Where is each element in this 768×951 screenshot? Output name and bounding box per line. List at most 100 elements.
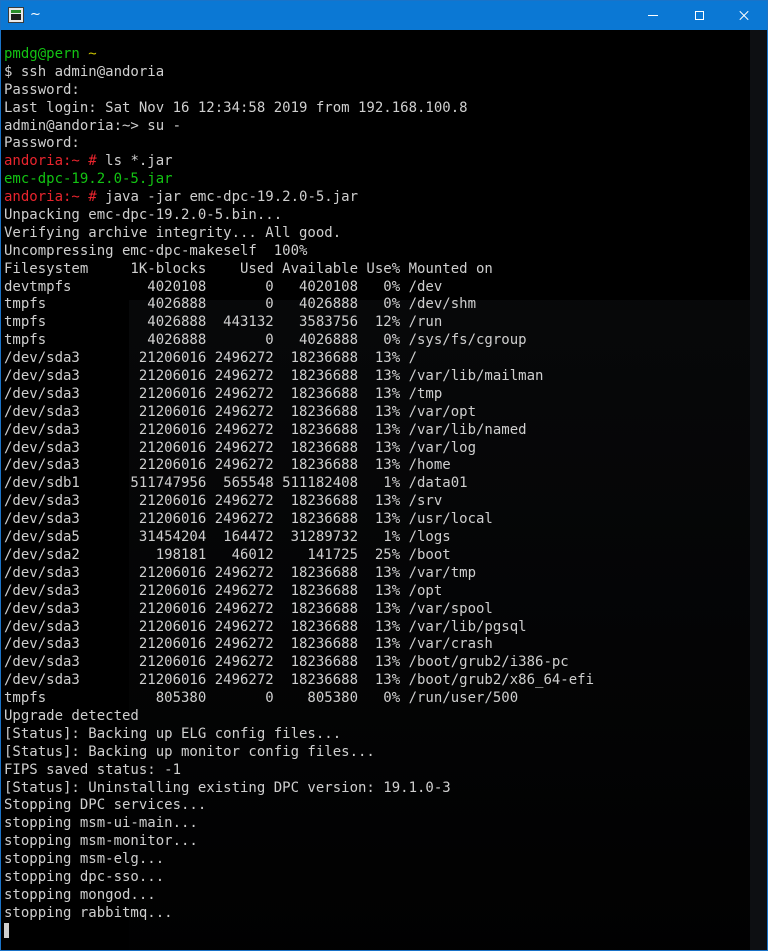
- terminal-lines: pmdg@pern ~ $ ssh admin@andoria Password: L…: [4, 46, 594, 941]
- terminal-text: /dev/sda3 21206016 2496272 18236688 13% …: [4, 493, 443, 510]
- terminal-text: tmpfs 805380 0 805380 0% /run/user/500: [4, 690, 519, 707]
- terminal-line: stopping dpc-sso...: [4, 869, 594, 887]
- terminal-line: stopping mongod...: [4, 887, 594, 905]
- terminal-line: /dev/sda3 21206016 2496272 18236688 13% …: [4, 672, 594, 690]
- terminal-line: /dev/sdb1 511747956 565548 511182408 1% …: [4, 475, 594, 493]
- terminal-line: Verifying archive integrity... All good.: [4, 225, 594, 243]
- terminal-text: Unpacking emc-dpc-19.2.0-5.bin...: [4, 207, 283, 224]
- title-bar[interactable]: ~: [1, 1, 767, 30]
- terminal-line: /dev/sda3 21206016 2496272 18236688 13% …: [4, 511, 594, 529]
- terminal-line: Password:: [4, 135, 594, 153]
- terminal-line: tmpfs 4026888 0 4026888 0% /dev/shm: [4, 296, 594, 314]
- terminal-text: Password:: [4, 135, 80, 152]
- terminal-line: devtmpfs 4020108 0 4020108 0% /dev: [4, 279, 594, 297]
- terminal-text: /dev/sda5 31454204 164472 31289732 1% /l…: [4, 529, 451, 546]
- terminal-line: tmpfs 4026888 443132 3583756 12% /run: [4, 314, 594, 332]
- terminal-text: /dev/sda3 21206016 2496272 18236688 13% …: [4, 457, 451, 474]
- terminal-line: /dev/sda3 21206016 2496272 18236688 13% …: [4, 619, 594, 637]
- terminal-text: Stopping DPC services...: [4, 797, 207, 814]
- terminal-text: /dev/sda3 21206016 2496272 18236688 13% …: [4, 421, 527, 438]
- terminal-line: stopping rabbitmq...: [4, 905, 594, 923]
- cursor-line: [4, 922, 594, 941]
- terminal-line: Filesystem 1K-blocks Used Available Use%…: [4, 261, 594, 279]
- terminal-line: /dev/sda3 21206016 2496272 18236688 13% …: [4, 368, 594, 386]
- terminal-text: java -jar emc-dpc-19.2.0-5.jar: [105, 189, 359, 206]
- terminal-text: stopping msm-monitor...: [4, 833, 198, 850]
- terminal-line: Uncompressing emc-dpc-makeself 100%: [4, 243, 594, 261]
- terminal-line: /dev/sda3 21206016 2496272 18236688 13% …: [4, 422, 594, 440]
- minimize-button[interactable]: [630, 1, 676, 30]
- terminal-line: /dev/sda5 31454204 164472 31289732 1% /l…: [4, 529, 594, 547]
- terminal-line: pmdg@pern ~: [4, 46, 594, 64]
- close-button[interactable]: [721, 1, 767, 30]
- terminal-text: devtmpfs 4020108 0 4020108 0% /dev: [4, 278, 443, 295]
- terminal-text: tmpfs 4026888 443132 3583756 12% /run: [4, 314, 443, 331]
- maximize-button[interactable]: [676, 1, 722, 30]
- terminal-text: /dev/sda2 198181 46012 141725 25% /boot: [4, 546, 451, 563]
- terminal-text: ~: [88, 46, 97, 62]
- terminal-text: stopping msm-elg...: [4, 851, 165, 868]
- terminal-text: stopping dpc-sso...: [4, 868, 165, 885]
- terminal-text: stopping mongod...: [4, 886, 156, 903]
- terminal-line: Upgrade detected: [4, 708, 594, 726]
- terminal-line: /dev/sda3 21206016 2496272 18236688 13% …: [4, 493, 594, 511]
- terminal-line: /dev/sda3 21206016 2496272 18236688 13% …: [4, 457, 594, 475]
- terminal-text: /dev/sdb1 511747956 565548 511182408 1% …: [4, 475, 468, 492]
- terminal-text: [Status]: Backing up monitor config file…: [4, 743, 375, 760]
- terminal-text: /dev/sda3 21206016 2496272 18236688 13% …: [4, 654, 569, 671]
- terminal-line: admin@andoria:~> su -: [4, 118, 594, 136]
- terminal-line: stopping msm-monitor...: [4, 833, 594, 851]
- terminal-line: /dev/sda3 21206016 2496272 18236688 13% …: [4, 654, 594, 672]
- terminal-line: /dev/sda3 21206016 2496272 18236688 13% …: [4, 386, 594, 404]
- terminal-scrollbar[interactable]: [750, 30, 767, 950]
- terminal-text: Filesystem 1K-blocks Used Available Use%…: [4, 260, 493, 277]
- window-title: ~: [30, 7, 41, 22]
- terminal-text: Password:: [4, 81, 80, 98]
- terminal-line: [Status]: Backing up monitor config file…: [4, 744, 594, 762]
- terminal-text: emc-dpc-19.2.0-5.jar: [4, 171, 173, 188]
- terminal-text: $ ssh admin@andoria: [4, 63, 165, 80]
- terminal-line: tmpfs 4026888 0 4026888 0% /sys/fs/cgrou…: [4, 332, 594, 350]
- terminal-line: /dev/sda3 21206016 2496272 18236688 13% …: [4, 440, 594, 458]
- terminal-text: /dev/sda3 21206016 2496272 18236688 13% …: [4, 600, 493, 617]
- terminal-text: /dev/sda3 21206016 2496272 18236688 13% …: [4, 636, 493, 653]
- terminal-line: Stopping DPC services...: [4, 797, 594, 815]
- terminal-text: /dev/sda3 21206016 2496272 18236688 13% …: [4, 672, 595, 689]
- terminal-text: andoria:~ #: [4, 189, 106, 206]
- terminal-line: FIPS saved status: -1: [4, 762, 594, 780]
- terminal-app-icon[interactable]: [8, 7, 24, 23]
- terminal-line: emc-dpc-19.2.0-5.jar: [4, 171, 594, 189]
- terminal-line: /dev/sda3 21206016 2496272 18236688 13% …: [4, 583, 594, 601]
- terminal-line: Last login: Sat Nov 16 12:34:58 2019 fro…: [4, 100, 594, 118]
- terminal-text: [Status]: Uninstalling existing DPC vers…: [4, 779, 451, 796]
- close-icon: [738, 10, 750, 22]
- terminal-line: /dev/sda3 21206016 2496272 18236688 13% …: [4, 404, 594, 422]
- terminal-text: /dev/sda3 21206016 2496272 18236688 13% …: [4, 511, 493, 528]
- terminal-line: [Status]: Uninstalling existing DPC vers…: [4, 780, 594, 798]
- terminal-line: /dev/sda3 21206016 2496272 18236688 13% …: [4, 601, 594, 619]
- terminal-text: Upgrade detected: [4, 707, 139, 724]
- block-cursor: [4, 922, 9, 938]
- terminal-line: stopping msm-ui-main...: [4, 815, 594, 833]
- terminal-text: Last login: Sat Nov 16 12:34:58 2019 fro…: [4, 99, 468, 116]
- terminal-text: FIPS saved status: -1: [4, 761, 182, 778]
- terminal-line: Password:: [4, 82, 594, 100]
- terminal-text: /dev/sda3 21206016 2496272 18236688 13% …: [4, 618, 527, 635]
- terminal-line: $ ssh admin@andoria: [4, 64, 594, 82]
- terminal-text: admin@andoria:~> su -: [4, 117, 182, 134]
- terminal-window: ~ pmdg@pern ~ $ ssh admin@andoria Password…: [0, 0, 768, 951]
- terminal-line: /dev/sda3 21206016 2496272 18236688 13% …: [4, 350, 594, 368]
- terminal-text: tmpfs 4026888 0 4026888 0% /dev/shm: [4, 296, 477, 313]
- terminal-text: pmdg@pern: [4, 46, 89, 62]
- terminal-text: /dev/sda3 21206016 2496272 18236688 13% …: [4, 368, 544, 385]
- terminal-line: tmpfs 805380 0 805380 0% /run/user/500: [4, 690, 594, 708]
- terminal-text: /dev/sda3 21206016 2496272 18236688 13% …: [4, 582, 443, 599]
- terminal-line: /dev/sda3 21206016 2496272 18236688 13% …: [4, 636, 594, 654]
- terminal-line: andoria:~ # ls *.jar: [4, 153, 594, 171]
- terminal-output[interactable]: pmdg@pern ~ $ ssh admin@andoria Password: L…: [1, 30, 751, 950]
- terminal-text: tmpfs 4026888 0 4026888 0% /sys/fs/cgrou…: [4, 332, 527, 349]
- terminal-text: ls *.jar: [105, 153, 173, 170]
- terminal-text: /dev/sda3 21206016 2496272 18236688 13% …: [4, 350, 418, 367]
- terminal-line: Unpacking emc-dpc-19.2.0-5.bin...: [4, 207, 594, 225]
- terminal-text: stopping msm-ui-main...: [4, 815, 198, 832]
